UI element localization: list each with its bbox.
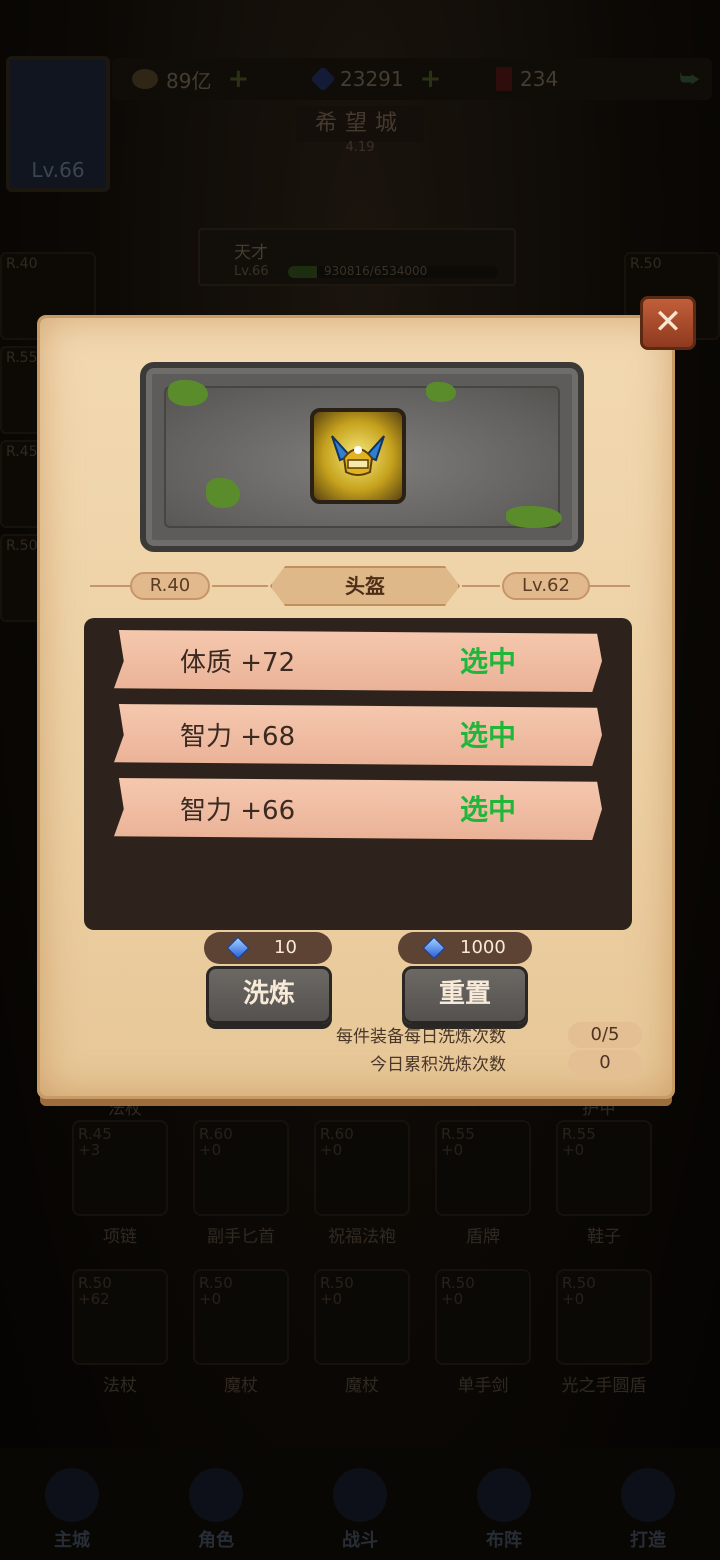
attribute-row[interactable]: 体质 +72 选中 (114, 630, 602, 692)
daily-refine-label: 每件装备每日洗炼次数 (336, 1027, 506, 1047)
moss-decoration (506, 506, 562, 528)
winged-helmet-icon (331, 435, 385, 476)
attribute-select-toggle[interactable]: 选中 (460, 788, 516, 828)
item-level-badge: Lv.62 (502, 572, 590, 600)
reset-cost: 1000 (398, 932, 532, 964)
reset-cost-value: 1000 (460, 937, 506, 958)
ribbon-line (212, 585, 268, 587)
attribute-list: 体质 +72 选中 智力 +68 选中 智力 +66 选中 (84, 618, 632, 930)
attribute-select-toggle[interactable]: 选中 (460, 714, 516, 754)
total-refine-label: 今日累积洗炼次数 (370, 1055, 506, 1075)
refine-button[interactable]: 洗炼 (206, 966, 332, 1024)
diamond-icon (422, 936, 446, 960)
moss-decoration (206, 478, 240, 508)
total-refine-count: 今日累积洗炼次数 0 (40, 1050, 672, 1078)
attribute-row[interactable]: 智力 +68 选中 (114, 704, 602, 766)
reset-button[interactable]: 重置 (402, 966, 528, 1024)
refine-cost: 10 (204, 932, 332, 964)
ribbon-line (90, 585, 130, 587)
attribute-select-toggle[interactable]: 选中 (460, 640, 516, 680)
refine-cost-value: 10 (274, 937, 297, 958)
attribute-text: 体质 +72 (180, 648, 296, 678)
item-info-ribbon: R.40 头盔 Lv.62 (90, 566, 630, 606)
equipment-slot-name: 头盔 (270, 566, 460, 606)
total-refine-value: 0 (568, 1050, 642, 1076)
item-rank-badge: R.40 (130, 572, 210, 600)
ribbon-line (590, 585, 630, 587)
daily-refine-value: 0/5 (568, 1022, 642, 1048)
close-button[interactable]: ✕ (640, 296, 696, 350)
daily-refine-count: 每件装备每日洗炼次数 0/5 (40, 1022, 672, 1050)
attribute-row[interactable]: 智力 +66 选中 (114, 778, 602, 840)
moss-decoration (168, 380, 208, 406)
attribute-text: 智力 +68 (180, 722, 296, 752)
attribute-text: 智力 +66 (180, 796, 296, 826)
diamond-icon (226, 936, 250, 960)
ribbon-line (462, 585, 500, 587)
moss-decoration (426, 382, 456, 402)
helmet-item-slot[interactable] (310, 408, 406, 504)
